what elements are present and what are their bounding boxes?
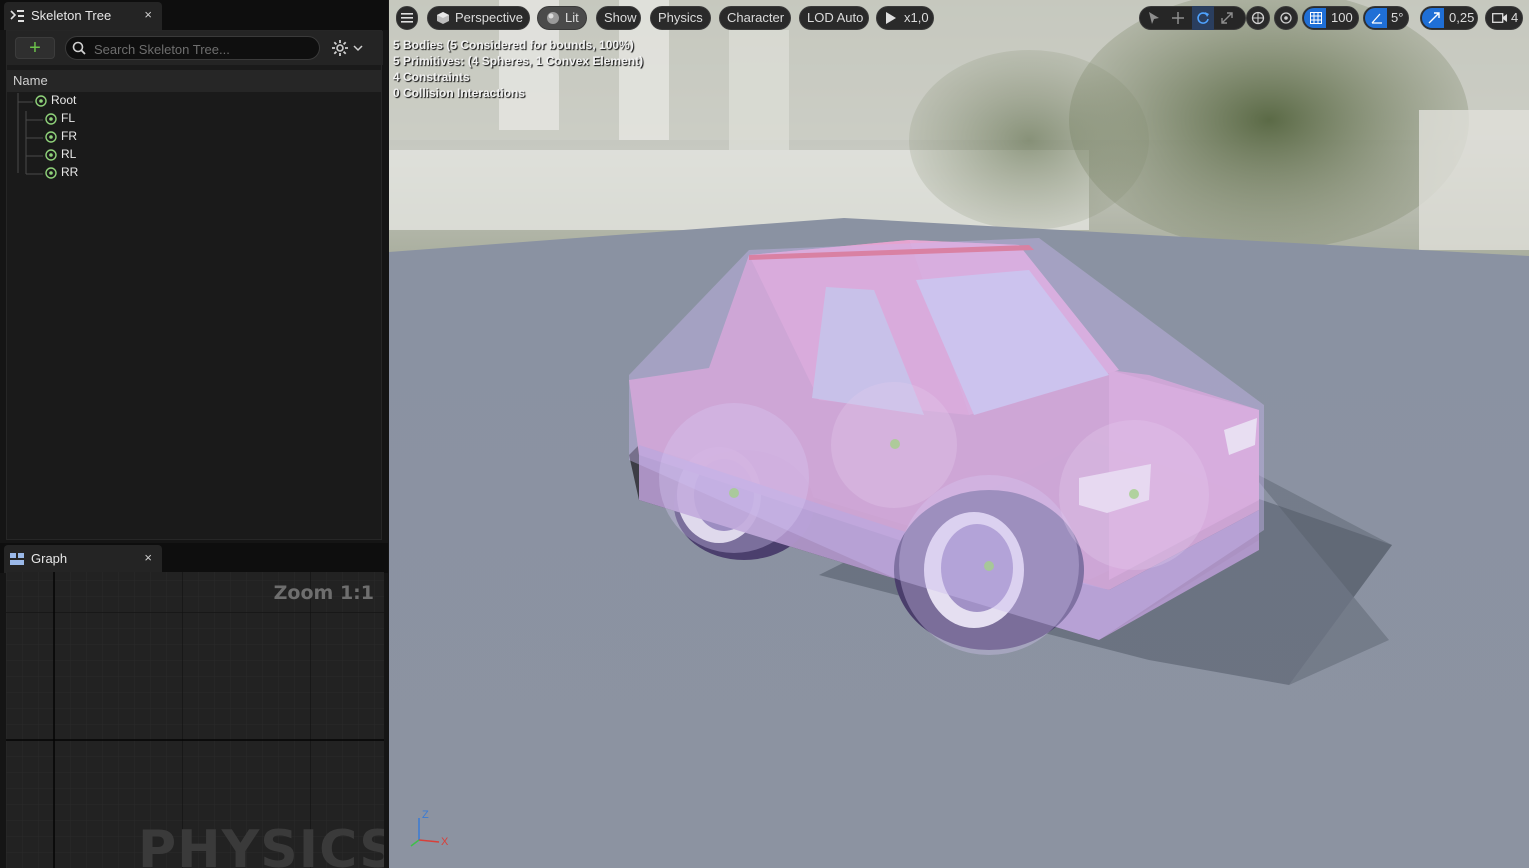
rotation-snap-toggle — [1365, 8, 1387, 28]
stat-primitives: 5 Primitives: (4 Spheres, 1 Convex Eleme… — [393, 54, 644, 68]
character-button[interactable]: Character — [719, 6, 791, 30]
tab-title: Graph — [31, 551, 68, 566]
stat-constraints: 4 Constraints — [393, 70, 470, 84]
search-icon — [72, 41, 86, 55]
translate-icon[interactable] — [1171, 11, 1185, 25]
close-icon[interactable]: × — [144, 550, 152, 565]
bone-icon — [45, 167, 57, 179]
physics-button[interactable]: Physics — [650, 6, 711, 30]
tab-skeleton-tree[interactable]: Skeleton Tree × — [4, 2, 162, 30]
globe-icon — [1251, 11, 1265, 25]
play-speed-button[interactable]: x1,0 — [876, 6, 934, 30]
play-icon — [886, 12, 896, 24]
stat-bodies: 5 Bodies (5 Considered for bounds, 100%) — [393, 38, 634, 52]
skeleton-tab-bar: Skeleton Tree × — [0, 0, 388, 30]
select-icon[interactable] — [1147, 11, 1161, 25]
scene-render — [389, 0, 1529, 868]
grid-snap-toggle — [1304, 8, 1326, 28]
lod-button[interactable]: LOD Auto — [799, 6, 869, 30]
settings-dropdown[interactable] — [331, 38, 367, 58]
chevron-down-icon — [353, 45, 363, 52]
angle-icon — [1371, 13, 1382, 24]
graph-icon — [10, 553, 24, 565]
viewport-menu-button[interactable] — [396, 6, 418, 30]
bone-icon — [35, 95, 47, 107]
gear-icon — [332, 40, 348, 56]
cube-icon — [437, 12, 449, 24]
graph-tab-bar: Graph × — [0, 543, 388, 573]
scale-snap-toggle — [1422, 8, 1444, 28]
axis-x-label: X — [441, 836, 449, 848]
search-input[interactable] — [92, 39, 316, 59]
skeleton-toolbar: + — [7, 31, 383, 65]
snap-icon — [1280, 12, 1292, 24]
physics-watermark: PHYSICS — [138, 820, 384, 868]
camera-speed-button[interactable]: 4 — [1485, 6, 1523, 30]
rotate-icon — [1197, 12, 1209, 24]
rotate-tool-active[interactable] — [1192, 6, 1214, 30]
bone-icon — [45, 149, 57, 161]
perspective-button[interactable]: Perspective — [427, 6, 530, 30]
skeleton-tree-panel: + Name — [6, 30, 383, 540]
bone-icon — [45, 131, 57, 143]
left-column: Skeleton Tree × + Search Skeleton Tree..… — [0, 0, 388, 868]
scale-icon[interactable] — [1220, 11, 1234, 25]
rotation-snap-button[interactable]: 5° — [1363, 6, 1409, 30]
axis-z-label: Z — [422, 809, 429, 821]
menu-icon — [401, 13, 413, 23]
surface-snap-button[interactable] — [1274, 6, 1298, 30]
lit-button[interactable]: Lit — [537, 6, 587, 30]
show-button[interactable]: Show — [596, 6, 641, 30]
transform-tools — [1139, 6, 1246, 30]
graph-canvas[interactable]: Zoom 1:1 PHYSICS — [6, 572, 384, 868]
skeleton-tree-icon — [10, 10, 24, 22]
grid-snap-button[interactable]: 100 — [1302, 6, 1359, 30]
grid-icon — [1310, 12, 1322, 24]
viewport[interactable]: Perspective Lit Show Physics Character L… — [389, 0, 1529, 868]
tab-graph[interactable]: Graph × — [4, 545, 162, 573]
scale-snap-icon — [1428, 12, 1440, 24]
world-local-button[interactable] — [1246, 6, 1270, 30]
column-header-name[interactable]: Name — [7, 69, 381, 93]
search-box — [65, 36, 320, 60]
camera-icon — [1492, 13, 1507, 23]
tab-title: Skeleton Tree — [31, 8, 112, 23]
zoom-indicator: Zoom 1:1 — [273, 582, 374, 604]
sphere-icon — [547, 12, 559, 24]
add-button[interactable]: + — [15, 37, 55, 59]
close-icon[interactable]: × — [144, 7, 152, 22]
bone-icon — [45, 113, 57, 125]
stat-collisions: 0 Collision Interactions — [393, 86, 526, 100]
scale-snap-button[interactable]: 0,25 — [1420, 6, 1478, 30]
